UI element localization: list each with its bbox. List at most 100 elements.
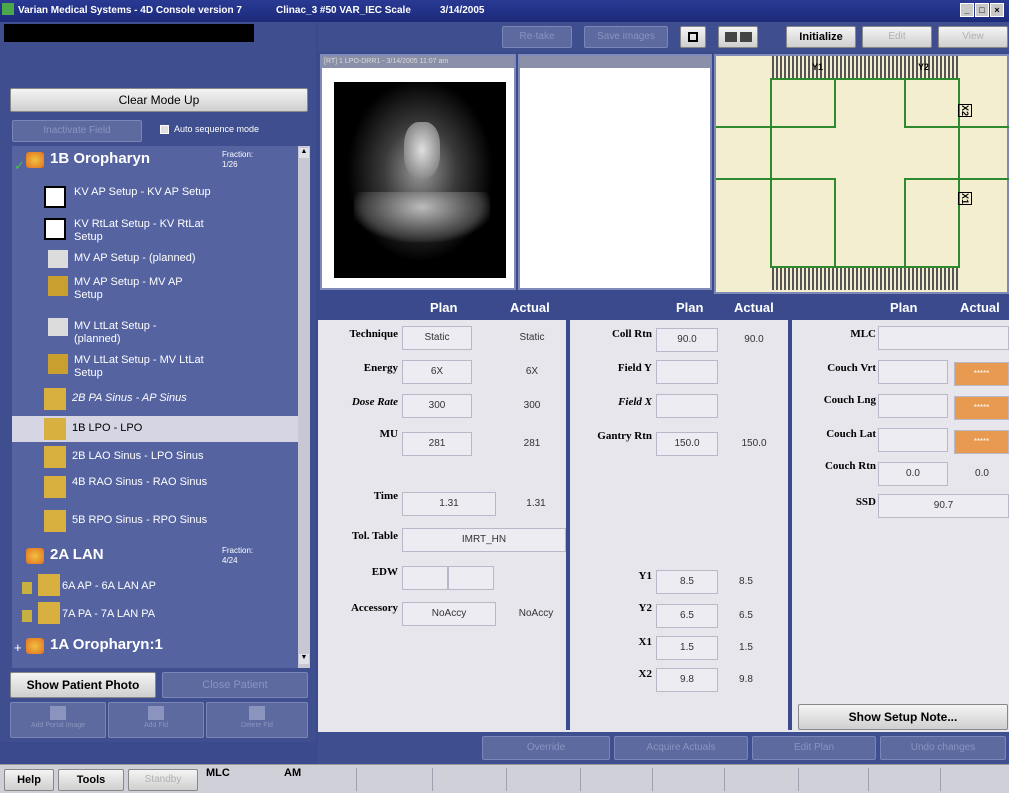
edw-field-1[interactable]	[402, 566, 448, 590]
field-y-plan-field[interactable]	[656, 360, 718, 384]
tree-field-6a[interactable]: 6A AP - 6A LAN AP	[12, 574, 298, 598]
tools-button[interactable]: Tools	[58, 769, 124, 791]
add-portal-image-button[interactable]: Add Portal Image	[10, 702, 106, 738]
tree-field-2b-lao[interactable]: 2B LAO Sinus - LPO Sinus	[12, 446, 298, 470]
x1-plan-field[interactable]: 1.5	[656, 636, 718, 660]
scroll-down-icon[interactable]: ▼	[299, 654, 309, 664]
maximize-button[interactable]: □	[975, 3, 989, 17]
couch-lat-plan-field[interactable]	[878, 428, 948, 452]
couch-vrt-label: Couch Vrt	[827, 362, 876, 374]
couch-rtn-plan-field[interactable]: 0.0	[878, 462, 948, 486]
y1-plan-field[interactable]: 8.5	[656, 570, 718, 594]
bev-display[interactable]: Y1 Y2 X2 X1	[714, 54, 1009, 294]
field-x-plan-field[interactable]	[656, 394, 718, 418]
show-patient-photo-button[interactable]: Show Patient Photo	[10, 672, 156, 698]
status-cell	[940, 768, 941, 791]
dual-view-button[interactable]	[718, 26, 758, 48]
time-plan-field[interactable]: 1.31	[402, 492, 496, 516]
tree-field-1b-lpo[interactable]: 1B LPO - LPO	[12, 416, 298, 442]
couch-vrt-plan-field[interactable]	[878, 360, 948, 384]
close-patient-button[interactable]: Close Patient	[162, 672, 308, 698]
energy-actual: 6X	[525, 366, 539, 377]
single-view-icon	[688, 32, 698, 42]
dose-rate-plan-field[interactable]: 300	[402, 394, 472, 418]
mu-actual: 281	[523, 438, 541, 449]
drr-image-panel[interactable]: [RT] 1 LPO-DRR1 - 3/14/2005 11:07 am	[320, 54, 516, 290]
help-button[interactable]: Help	[4, 769, 54, 791]
initialize-button[interactable]: Initialize	[786, 26, 856, 48]
coll-rtn-plan-field[interactable]: 90.0	[656, 328, 718, 352]
field-line-2	[960, 178, 1009, 180]
tree-field-mv-ltlat[interactable]: MV LtLat Setup - MV LtLat Setup	[12, 352, 298, 382]
dual-view-icon	[719, 32, 757, 42]
edit-plan-button[interactable]: Edit Plan	[752, 736, 876, 760]
accessory-plan-field[interactable]: NoAccy	[402, 602, 496, 626]
plan-title-2a[interactable]: 2A LAN	[50, 546, 104, 563]
status-cell	[868, 768, 869, 791]
expand-icon[interactable]: +	[14, 640, 22, 655]
mlc-plan-field[interactable]	[878, 326, 1009, 350]
fraction-value: 4/24	[222, 556, 238, 565]
minimize-button[interactable]: _	[960, 3, 974, 17]
plan-title-1a[interactable]: 1A Oropharyn:1	[50, 636, 163, 653]
undo-changes-button[interactable]: Undo changes	[880, 736, 1006, 760]
couch-lat-actual: *****	[954, 430, 1009, 454]
scroll-up-icon[interactable]: ▲	[299, 148, 309, 158]
retake-button[interactable]: Re-take	[502, 26, 572, 48]
mlc-status: MLC	[206, 767, 230, 779]
energy-plan-field[interactable]: 6X	[402, 360, 472, 384]
portal-image-panel[interactable]	[518, 54, 712, 290]
technique-label: Technique	[349, 328, 398, 340]
show-setup-note-button[interactable]: Show Setup Note...	[798, 704, 1008, 730]
couch-lng-plan-field[interactable]	[878, 394, 948, 418]
ssd-plan-field[interactable]: 90.7	[878, 494, 1009, 518]
jaw-box-4	[904, 178, 960, 268]
field-x-label: Field X	[618, 396, 652, 408]
time-actual: 1.31	[526, 498, 546, 509]
y2-plan-field[interactable]: 6.5	[656, 604, 718, 628]
x2-plan-field[interactable]: 9.8	[656, 668, 718, 692]
plan-header-3: Plan	[890, 300, 918, 315]
standby-button[interactable]: Standby	[128, 769, 198, 791]
drr-image	[334, 82, 506, 278]
single-view-button[interactable]	[680, 26, 706, 48]
acquire-actuals-button[interactable]: Acquire Actuals	[614, 736, 748, 760]
override-button[interactable]: Override	[482, 736, 610, 760]
couch-lat-label: Couch Lat	[826, 428, 876, 440]
add-field-button[interactable]: Add Fld	[108, 702, 204, 738]
auto-sequence-checkbox[interactable]	[160, 125, 169, 134]
tol-table-field[interactable]: IMRT_HN	[402, 528, 566, 552]
close-button[interactable]: ×	[990, 3, 1004, 17]
edw-field-2[interactable]	[448, 566, 494, 590]
tree-field-7a[interactable]: 7A PA - 7A LAN PA	[12, 602, 298, 626]
edw-label: EDW	[371, 566, 398, 578]
tree-field-kv-ap[interactable]: KV AP Setup - KV AP Setup	[12, 184, 298, 214]
mu-plan-field[interactable]: 281	[402, 432, 472, 456]
gantry-rtn-plan-field[interactable]: 150.0	[656, 432, 718, 456]
tree-field-4b-rao[interactable]: 4B RAO Sinus - RAO Sinus	[12, 474, 298, 504]
tree-field-mv-ap[interactable]: MV AP Setup - MV AP Setup	[12, 274, 298, 304]
accessory-label: Accessory	[350, 602, 398, 614]
tree-field-kv-rtlat[interactable]: KV RtLat Setup - KV RtLat Setup	[12, 216, 298, 246]
technique-plan-field[interactable]: Static	[402, 326, 472, 350]
actual-header-3: Actual	[960, 300, 1000, 315]
tree-field-5b-rpo[interactable]: 5B RPO Sinus - RPO Sinus	[12, 510, 298, 534]
treatment-tree: ✓ 1B Oropharyn Fraction: 1/26 KV AP Setu…	[12, 146, 298, 668]
tree-field-mv-ltlat-planned[interactable]: MV LtLat Setup - (planned)	[12, 318, 298, 345]
inactivate-field-button[interactable]: Inactivate Field	[12, 120, 142, 142]
shoulders-shape	[354, 192, 490, 242]
plan-title-1b[interactable]: 1B Oropharyn	[50, 150, 150, 167]
auto-sequence-label: Auto sequence mode	[174, 124, 260, 134]
tree-scrollbar[interactable]: ▲ ▼	[298, 146, 310, 668]
beam-icon	[38, 574, 60, 596]
gantry-rtn-label: Gantry Rtn	[597, 430, 652, 442]
delete-field-button[interactable]: Delete Fld	[206, 702, 308, 738]
edit-button[interactable]: Edit	[862, 26, 932, 48]
view-button[interactable]: View	[938, 26, 1008, 48]
save-images-button[interactable]: Save images	[584, 26, 668, 48]
beam-icon	[44, 476, 66, 498]
clear-mode-button[interactable]: Clear Mode Up	[10, 88, 308, 112]
tree-field-2b-pa[interactable]: 2B PA Sinus - AP Sinus	[12, 388, 298, 412]
jaw-box-2	[904, 78, 960, 128]
tree-field-mv-ap-planned[interactable]: MV AP Setup - (planned)	[12, 250, 298, 270]
